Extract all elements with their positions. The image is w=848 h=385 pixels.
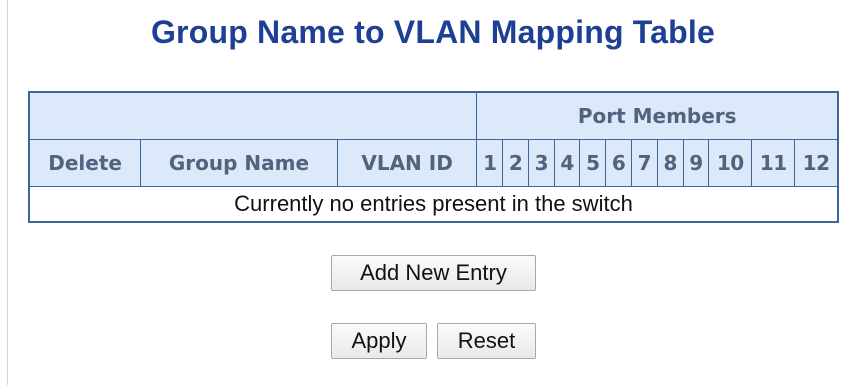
header-blank-cell [28,91,478,140]
header-row-columns: Delete Group Name VLAN ID 1 2 3 4 5 6 7 … [28,139,839,187]
port-7-header: 7 [631,139,658,187]
delete-column-header: Delete [28,139,142,187]
left-frame-edge [0,0,8,385]
table-row: Currently no entries present in the swit… [28,186,839,223]
port-4-header: 4 [553,139,581,187]
header-row-groups: Port Members [28,91,839,140]
page-title: Group Name to VLAN Mapping Table [150,14,716,50]
apply-button[interactable]: Apply [331,323,427,359]
port-2-header: 2 [502,139,529,187]
vlan-id-column-header: VLAN ID [336,139,478,187]
port-3-header: 3 [527,139,555,187]
port-5-header: 5 [579,139,607,187]
port-9-header: 9 [682,139,710,187]
reset-button[interactable]: Reset [437,323,536,359]
port-12-header: 12 [794,139,839,187]
group-name-column-header: Group Name [140,139,338,187]
add-new-entry-button[interactable]: Add New Entry [331,255,536,291]
port-8-header: 8 [656,139,684,187]
empty-table-message: Currently no entries present in the swit… [28,186,839,223]
group-vlan-mapping-table: Port Members Delete Group Name VLAN ID 1… [28,91,839,223]
port-10-header: 10 [708,139,753,187]
port-6-header: 6 [605,139,632,187]
port-members-header: Port Members [476,91,839,140]
port-1-header: 1 [476,139,504,187]
port-11-header: 11 [751,139,796,187]
